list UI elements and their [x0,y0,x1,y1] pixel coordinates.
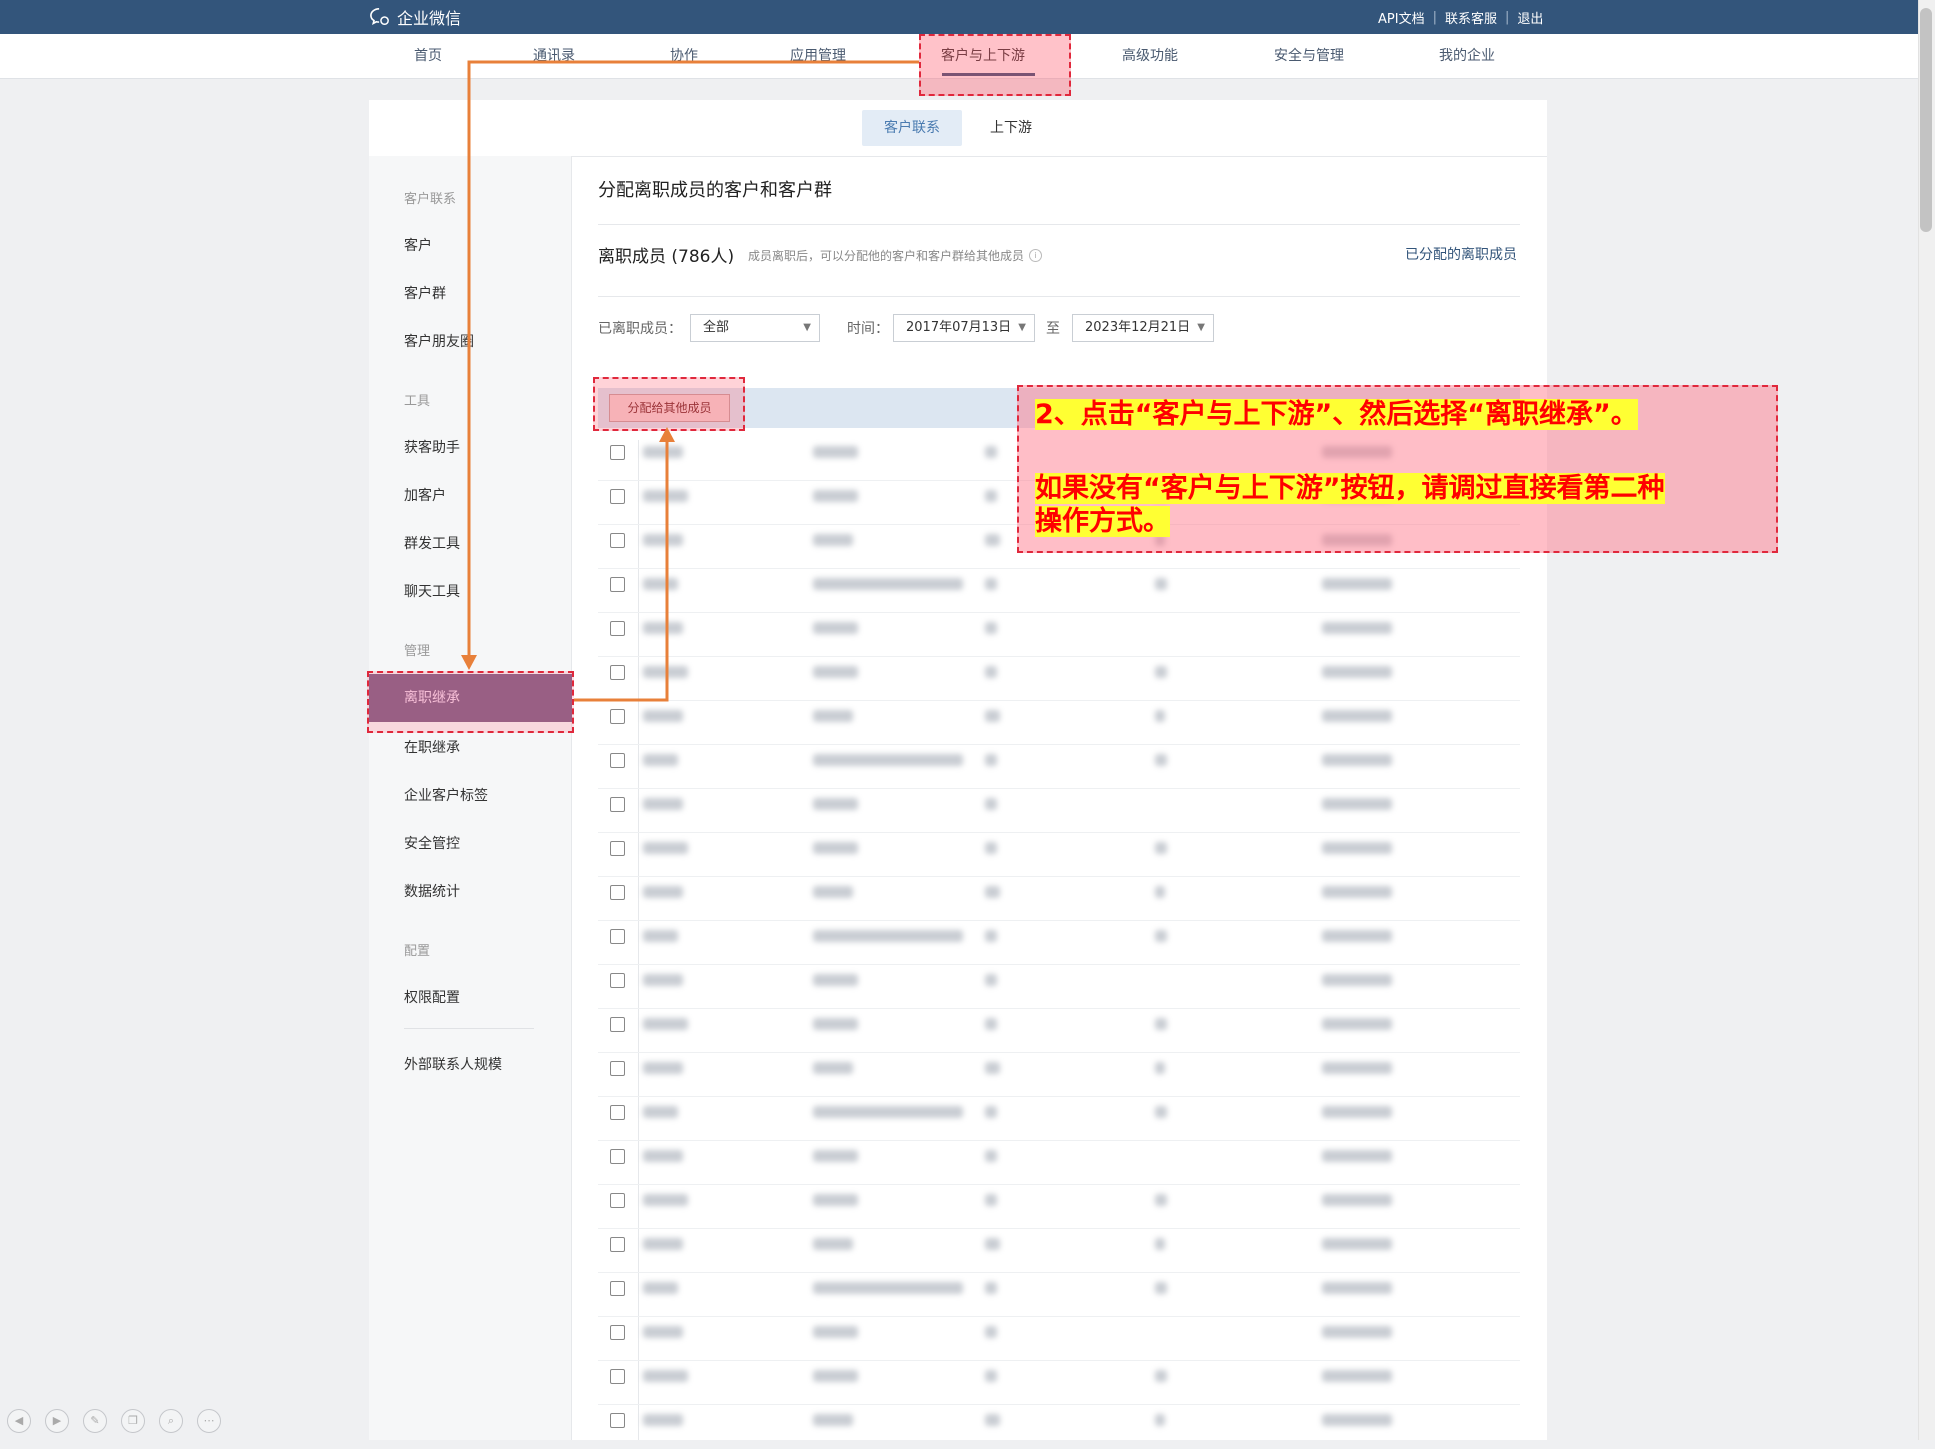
arrow-head-down [461,655,477,670]
instruction-line-2: 如果没有“客户与上下游”按钮，请调过直接看第二种 [1035,473,1665,504]
arrow-sidebar-to-button [574,440,669,702]
next-icon[interactable]: ▶ [45,1409,69,1433]
pen-icon[interactable]: ✎ [83,1409,107,1433]
instruction-line-3: 操作方式。 [1035,506,1170,537]
more-icon[interactable]: ⋯ [197,1409,221,1433]
zoom-icon[interactable]: ⌕ [159,1409,183,1433]
scrollbar-thumb[interactable] [1920,8,1932,232]
arrow-head-up [659,427,675,442]
copy-icon[interactable]: ❐ [121,1409,145,1433]
instruction-line-1: 2、点击“客户与上下游”、然后选择“离职继承”。 [1035,399,1638,430]
prev-icon[interactable]: ◀ [7,1409,31,1433]
guide-arrows [461,60,919,702]
arrow-nav-to-sidebar [467,60,919,664]
